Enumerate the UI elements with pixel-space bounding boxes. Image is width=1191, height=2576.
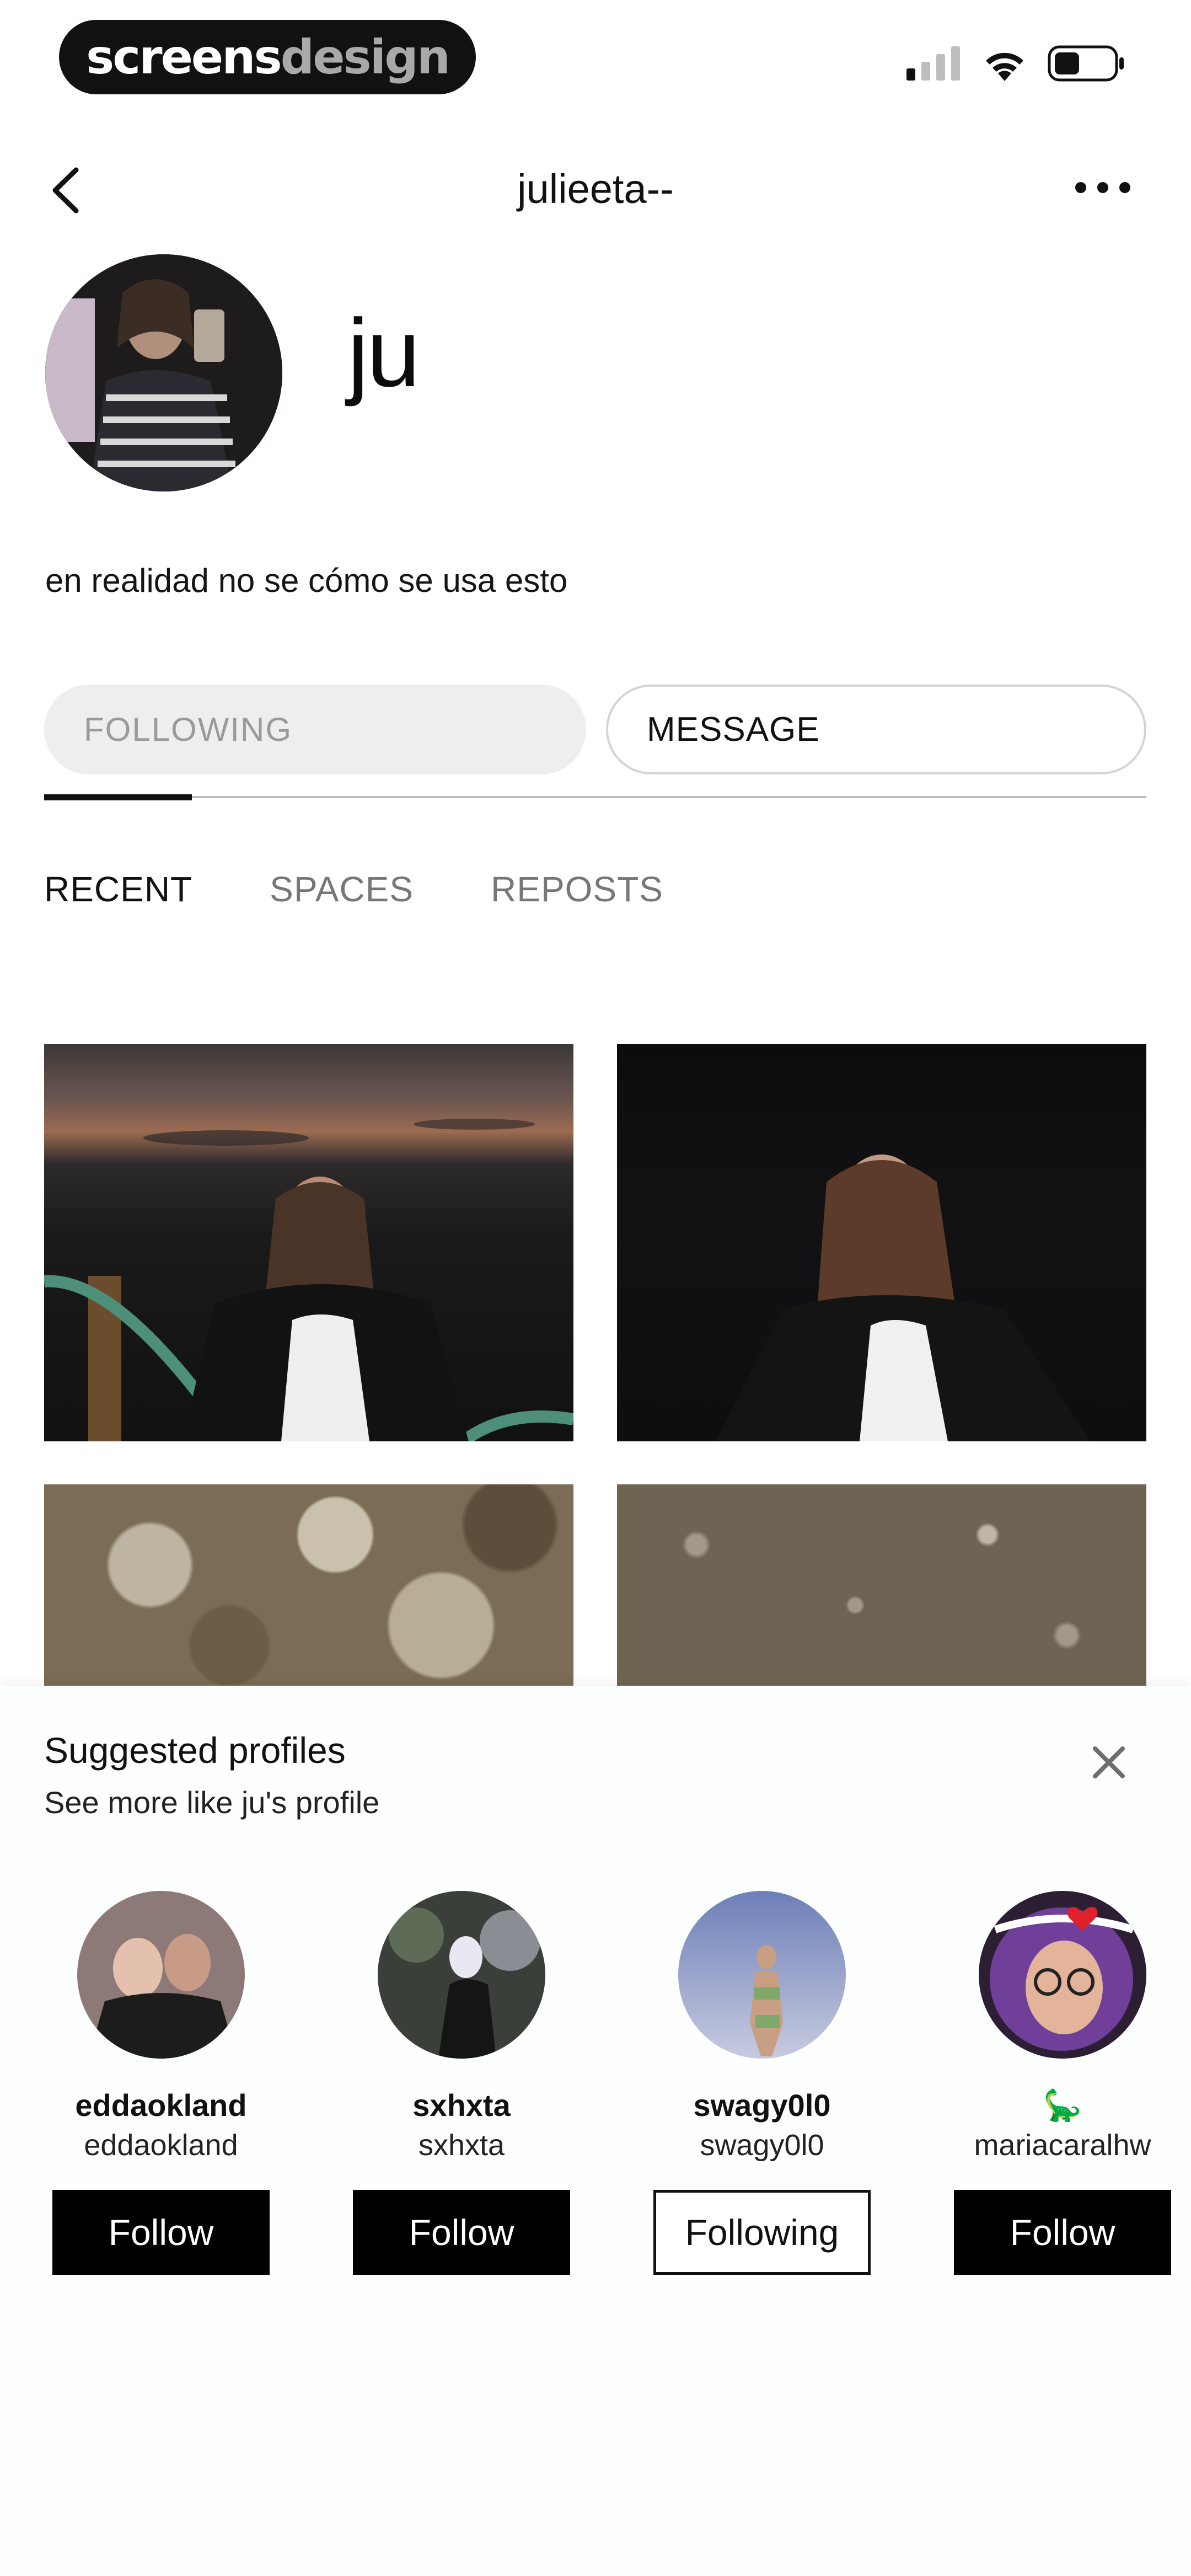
- post-photo: [716, 1155, 1091, 1441]
- suggested-name: swagy0l0: [693, 2088, 831, 2123]
- suggested-profile-card: eddaokland eddaokland Follow: [51, 1891, 271, 2275]
- tab-spaces[interactable]: SPACES: [270, 869, 414, 910]
- follow-button[interactable]: Follow: [954, 2190, 1171, 2275]
- close-suggestions-button[interactable]: [1090, 1743, 1128, 1782]
- status-icons: [906, 45, 1125, 82]
- suggested-avatar[interactable]: [979, 1891, 1146, 2059]
- more-horizontal-icon: [1075, 182, 1086, 193]
- following-button[interactable]: FOLLOWING: [44, 685, 586, 774]
- post-thumbnail[interactable]: [617, 1484, 1146, 1686]
- display-name: ju: [347, 300, 420, 407]
- active-tab-indicator: [44, 794, 192, 800]
- suggested-handle: mariacaralhw: [974, 2129, 1151, 2162]
- message-button[interactable]: MESSAGE: [606, 685, 1146, 774]
- suggested-name: sxhxta: [412, 2088, 511, 2123]
- avatar-photo: [979, 1891, 1146, 2059]
- more-dot: [1119, 182, 1130, 193]
- cellular-signal-icon: [906, 46, 960, 81]
- post-thumbnail[interactable]: [44, 1484, 573, 1686]
- avatar-photo: [378, 1891, 545, 2059]
- more-options-button[interactable]: [1075, 182, 1130, 193]
- avatar-photo: [77, 1891, 245, 2059]
- profile-tabs: RECENT SPACES REPOSTS: [44, 869, 663, 910]
- post-thumbnail[interactable]: [617, 1044, 1146, 1441]
- suggested-profile-card: swagy0l0 swagy0l0 Following: [652, 1891, 872, 2275]
- suggested-handle: eddaokland: [84, 2129, 238, 2162]
- suggested-profile-card: sxhxta sxhxta Follow: [351, 1891, 572, 2275]
- suggested-handle: sxhxta: [418, 2129, 505, 2162]
- suggested-name: eddaokland: [75, 2088, 247, 2123]
- suggested-avatar[interactable]: [77, 1891, 245, 2059]
- suggested-handle: swagy0l0: [700, 2129, 824, 2162]
- follow-button[interactable]: Follow: [52, 2190, 270, 2275]
- profile-avatar[interactable]: [45, 254, 282, 491]
- avatar-photo: [678, 1891, 846, 2059]
- screensdesign-logo: screens design: [59, 20, 476, 94]
- close-icon: [1093, 1746, 1125, 1778]
- suggested-profiles-subtitle: See more like ju's profile: [44, 1785, 380, 1820]
- dinosaur-icon: 🦕: [1043, 2088, 1082, 2123]
- post-photo: [44, 1119, 573, 1441]
- battery-icon: [1048, 45, 1124, 82]
- avatar-photo: [45, 254, 282, 491]
- suggested-profile-card: 🦕 mariacaralhw Follow: [952, 1891, 1173, 2275]
- post-thumbnail[interactable]: [44, 1044, 573, 1441]
- wifi-icon: [986, 52, 1023, 81]
- tab-divider: [44, 796, 1146, 798]
- tab-reposts[interactable]: REPOSTS: [491, 869, 663, 910]
- more-dot: [1097, 182, 1108, 193]
- suggested-avatar[interactable]: [378, 1891, 545, 2059]
- following-button[interactable]: Following: [653, 2190, 871, 2275]
- tab-recent[interactable]: RECENT: [44, 869, 192, 910]
- profile-username-title: julieeta--: [517, 166, 674, 212]
- follow-button[interactable]: Follow: [353, 2190, 570, 2275]
- suggested-avatar[interactable]: [678, 1891, 846, 2059]
- profile-bio: en realidad no se cómo se usa esto: [45, 562, 568, 599]
- suggested-profiles-title: Suggested profiles: [44, 1730, 346, 1771]
